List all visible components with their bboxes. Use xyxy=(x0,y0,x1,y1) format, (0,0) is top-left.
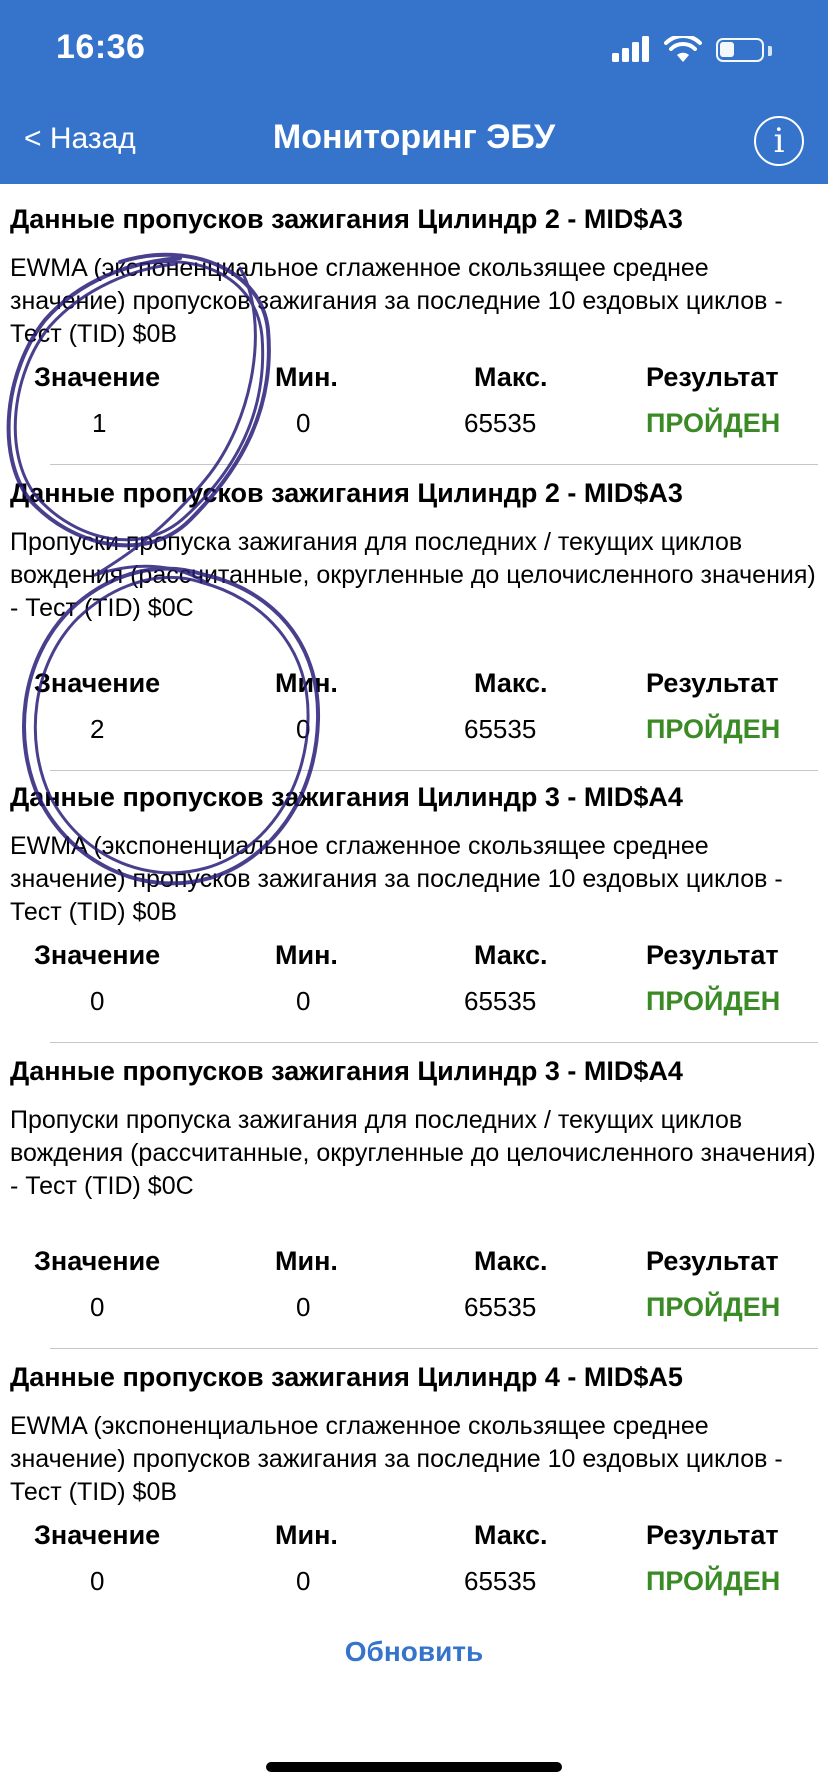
status-time: 16:36 xyxy=(56,28,146,66)
value-cell: 0 xyxy=(90,986,105,1016)
home-indicator xyxy=(266,1762,562,1772)
header-bar: 16:36 < Назад Мониторинг ЭБУ i xyxy=(0,0,828,184)
result-column-header: Результат xyxy=(646,1246,779,1276)
value-cell: 2 xyxy=(90,714,105,744)
value-column-header: Значение xyxy=(34,1246,161,1276)
result-status-badge: ПРОЙДЕН xyxy=(646,408,781,438)
result-status-badge: ПРОЙДЕН xyxy=(646,1566,781,1596)
min-cell: 0 xyxy=(296,1566,311,1596)
max-column-header: Макс. xyxy=(474,668,548,698)
max-column-header: Макс. xyxy=(474,1246,548,1276)
section-description: EWMA (экспоненциальное сглаженное скольз… xyxy=(10,832,783,926)
section-description: EWMA (экспоненциальное сглаженное скольз… xyxy=(10,1412,783,1506)
result-status-badge: ПРОЙДЕН xyxy=(646,986,781,1016)
max-column-header: Макс. xyxy=(474,362,548,392)
section-description: Пропуски пропуска зажигания для последни… xyxy=(10,528,816,622)
status-icons xyxy=(612,36,792,66)
refresh-button[interactable]: Обновить xyxy=(0,1636,828,1668)
min-cell: 0 xyxy=(296,1292,311,1322)
min-column-header: Мин. xyxy=(275,362,338,392)
max-cell: 65535 xyxy=(464,1566,537,1596)
section-description: Пропуски пропуска зажигания для последни… xyxy=(10,1106,816,1200)
value-column-header: Значение xyxy=(34,1520,161,1550)
result-column-header: Результат xyxy=(646,362,779,392)
min-column-header: Мин. xyxy=(275,1520,338,1550)
divider xyxy=(50,1042,818,1043)
result-status-badge: ПРОЙДЕН xyxy=(646,1292,781,1322)
result-status-badge: ПРОЙДЕН xyxy=(646,714,781,744)
section-title: Данные пропусков зажигания Цилиндр 3 - M… xyxy=(10,1056,683,1086)
max-column-header: Макс. xyxy=(474,940,548,970)
max-cell: 65535 xyxy=(464,986,537,1016)
divider xyxy=(50,770,818,771)
info-icon[interactable]: i xyxy=(754,116,804,166)
cellular-signal-icon xyxy=(612,36,652,64)
min-column-header: Мин. xyxy=(275,1246,338,1276)
battery-tip xyxy=(768,46,772,56)
page-title: Мониторинг ЭБУ xyxy=(272,118,556,156)
section-description: EWMA (экспоненциальное сглаженное скольз… xyxy=(10,254,783,348)
value-cell: 1 xyxy=(92,408,107,438)
section-title: Данные пропусков зажигания Цилиндр 4 - M… xyxy=(10,1362,683,1392)
min-cell: 0 xyxy=(296,714,311,744)
result-column-header: Результат xyxy=(646,1520,779,1550)
value-column-header: Значение xyxy=(34,362,161,392)
max-cell: 65535 xyxy=(464,714,537,744)
wifi-icon xyxy=(664,36,702,62)
section-title: Данные пропусков зажигания Цилиндр 2 - M… xyxy=(10,478,683,508)
result-column-header: Результат xyxy=(646,668,779,698)
min-column-header: Мин. xyxy=(275,668,338,698)
min-cell: 0 xyxy=(296,408,311,438)
min-cell: 0 xyxy=(296,986,311,1016)
value-column-header: Значение xyxy=(34,940,161,970)
min-column-header: Мин. xyxy=(275,940,338,970)
section-title: Данные пропусков зажигания Цилиндр 3 - M… xyxy=(10,782,683,812)
divider xyxy=(50,1348,818,1349)
section-title: Данные пропусков зажигания Цилиндр 2 - M… xyxy=(10,204,683,234)
max-cell: 65535 xyxy=(464,408,537,438)
value-column-header: Значение xyxy=(34,668,161,698)
result-column-header: Результат xyxy=(646,940,779,970)
value-cell: 0 xyxy=(90,1292,105,1322)
max-cell: 65535 xyxy=(464,1292,537,1322)
max-column-header: Макс. xyxy=(474,1520,548,1550)
value-cell: 0 xyxy=(90,1566,105,1596)
divider xyxy=(50,464,818,465)
battery-icon xyxy=(716,38,764,62)
